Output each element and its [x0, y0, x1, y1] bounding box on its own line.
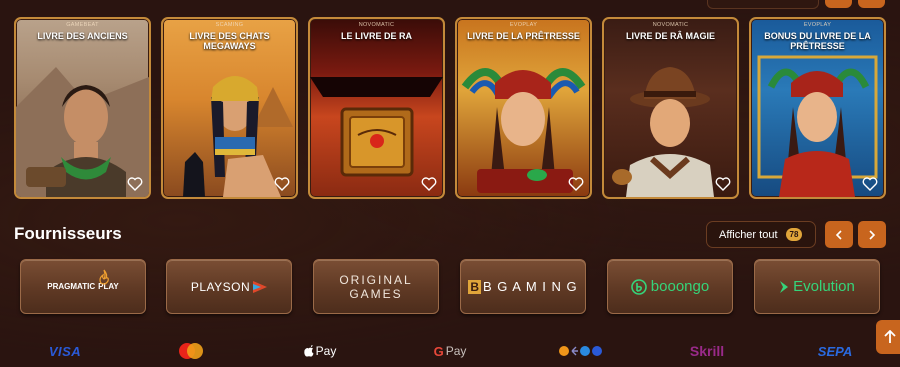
- play-triangle-icon: [253, 280, 268, 293]
- google-g-icon: G: [433, 343, 444, 359]
- game-card[interactable]: SCAMING LIVRE DES CHATS MEGAWAYS: [161, 17, 298, 199]
- provider-logo-text: B G A M I N G: [483, 279, 578, 294]
- providers-next-button[interactable]: [858, 221, 886, 248]
- provider-booongo[interactable]: booongo: [607, 259, 733, 314]
- game-title: LIVRE DE LA PRÊTRESSE: [467, 31, 580, 41]
- scroll-to-top-button[interactable]: [876, 320, 900, 354]
- heart-icon[interactable]: [862, 177, 878, 191]
- payment-skrill: Skrill: [662, 342, 752, 360]
- provider-logo-text: booongo: [650, 278, 710, 295]
- apple-icon: [303, 345, 314, 357]
- original-games-logo: ORIGINAL GAMES: [339, 273, 412, 301]
- skrill-logo: Skrill: [689, 343, 725, 359]
- chevron-right-icon: [869, 229, 876, 240]
- game-art-priestess: [461, 68, 586, 193]
- game-title: LIVRE DES CHATS MEGAWAYS: [189, 31, 270, 51]
- show-all-label: Afficher tout: [719, 228, 778, 241]
- provider-original-games[interactable]: ORIGINAL GAMES: [313, 259, 439, 314]
- top-next-button[interactable]: [858, 0, 885, 8]
- visa-logo: VISA: [48, 343, 82, 359]
- game-art-adventurer: [612, 67, 714, 197]
- mastercard-icon: [179, 343, 203, 359]
- game-card[interactable]: NOVOMATIC LIVRE DE RÂ MAGIE: [602, 17, 739, 199]
- evolution-mark-icon: [780, 280, 789, 293]
- heart-icon[interactable]: [421, 177, 437, 191]
- provider-evolution[interactable]: Evolution: [754, 259, 880, 314]
- payment-sepa: SEPA: [790, 342, 880, 360]
- heart-icon[interactable]: [568, 177, 584, 191]
- provider-playson[interactable]: PLAYSON: [166, 259, 292, 314]
- game-title: LE LIVRE DE RA: [340, 31, 412, 41]
- game-art-explorer: [16, 67, 149, 197]
- playson-logo: PLAYSON: [190, 279, 268, 294]
- provider-logo-text: PLAYSON: [190, 279, 251, 294]
- game-card[interactable]: EVOPLAY BONUS DU LIVRE DE LA PRÊTRESSE: [749, 17, 886, 199]
- provider-logo-text: GAMES: [349, 286, 403, 301]
- game-provider-tag: EVOPLAY: [509, 22, 538, 28]
- show-all-button[interactable]: Afficher tout 78: [706, 221, 816, 248]
- flame-icon: [99, 269, 109, 285]
- evolution-logo: Evolution: [779, 278, 855, 295]
- provider-logo-text: ORIGINAL: [339, 272, 413, 287]
- bgaming-b-mark: B: [468, 279, 482, 294]
- games-carousel: GAMEBEAT LIVRE DES ANCIENS SCAMING LIVRE…: [14, 17, 886, 201]
- payment-mastercard: [146, 342, 236, 360]
- game-card[interactable]: EVOPLAY LIVRE DE LA PRÊTRESSE: [455, 17, 592, 199]
- provider-logo-text: Evolution: [793, 278, 855, 295]
- game-provider-tag: EVOPLAY: [803, 22, 832, 28]
- apple-pay-text: Pay: [315, 344, 337, 358]
- top-prev-button[interactable]: [825, 0, 852, 8]
- game-provider-tag: NOVOMATIC: [652, 22, 689, 28]
- bgaming-logo: B B G A M I N G: [468, 279, 577, 294]
- heart-icon[interactable]: [715, 177, 731, 191]
- payment-crypto: [536, 342, 626, 360]
- sepa-logo: SEPA: [817, 343, 853, 359]
- arrow-up-icon: [884, 330, 896, 343]
- game-title: BONUS DU LIVRE DE LA PRÊTRESSE: [764, 31, 871, 51]
- chevron-left-icon: [835, 229, 842, 240]
- payment-apple-pay: Pay: [275, 342, 365, 360]
- game-art-priestess-bonus: [757, 55, 878, 197]
- game-card[interactable]: NOVOMATIC LE LIVRE DE RA: [308, 17, 445, 199]
- provider-logo-text: PRAGMATIC: [47, 282, 96, 291]
- provider-bgaming[interactable]: B B G A M I N G: [460, 259, 586, 314]
- game-title: LIVRE DES ANCIENS: [37, 31, 128, 41]
- game-title: LIVRE DE RÂ MAGIE: [625, 31, 715, 41]
- game-card[interactable]: GAMEBEAT LIVRE DES ANCIENS: [14, 17, 151, 199]
- crypto-icons: [559, 346, 602, 356]
- game-art-cleopatra: [183, 76, 293, 197]
- google-pay-text: Pay: [445, 344, 467, 358]
- heart-icon[interactable]: [127, 177, 143, 191]
- game-provider-tag: NOVOMATIC: [358, 22, 395, 28]
- booongo-b-icon: [630, 278, 647, 295]
- pragmatic-play-logo: PRAGMATIC PLAY: [47, 269, 119, 291]
- payment-visa: VISA: [20, 342, 110, 360]
- game-provider-tag: SCAMING: [215, 22, 244, 28]
- booongo-logo: booongo: [630, 278, 710, 295]
- provider-pragmatic-play[interactable]: PRAGMATIC PLAY: [20, 259, 146, 314]
- heart-icon[interactable]: [274, 177, 290, 191]
- providers-heading: Fournisseurs: [14, 224, 122, 243]
- payment-google-pay: G Pay: [405, 342, 495, 360]
- top-show-all-pill[interactable]: [707, 0, 819, 9]
- providers-prev-button[interactable]: [825, 221, 853, 248]
- game-provider-tag: GAMEBEAT: [66, 22, 99, 28]
- providers-count-badge: 78: [785, 228, 803, 241]
- game-art-book: [310, 77, 443, 177]
